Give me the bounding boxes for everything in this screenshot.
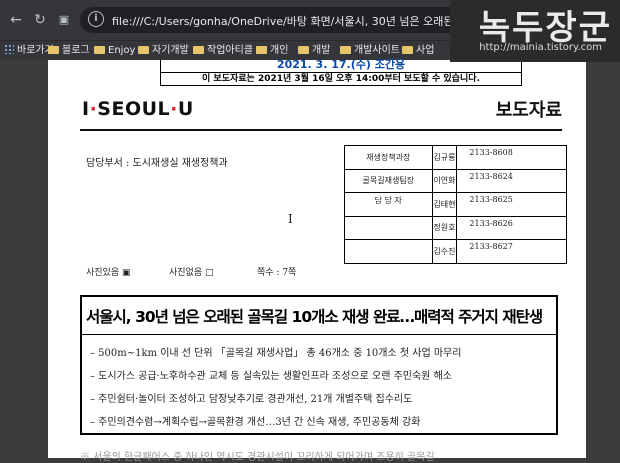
extension-icon[interactable]: ▣ xyxy=(54,10,74,30)
contact-phone: 2133-8627 xyxy=(456,239,567,264)
folder-icon xyxy=(138,46,149,54)
folder-icon xyxy=(48,46,59,54)
table-row: 골목길재생팀장 이연화 2133-8624 xyxy=(344,168,567,193)
contact-phone: 2133-8626 xyxy=(456,215,567,240)
logo-seoul: SEOUL xyxy=(97,98,171,120)
photo-yes: 사진있음 ▣ xyxy=(86,268,131,278)
summary-bullet: – 주민의견수렴→계획수립→골목환경 개선…3년 간 신속 재생, 주민공동체 … xyxy=(90,417,421,428)
summary-bullet: – 500m~1km 이내 선 단위 「골목길 재생사업」 총 46개소 중 1… xyxy=(90,348,462,359)
department: 담당부서 : 도시재생실 재생정책과 xyxy=(86,158,228,169)
table-row: 정원호 2133-8626 xyxy=(344,215,567,240)
press-release-title: 보도자료 xyxy=(495,100,562,121)
embargo-box: 2021. 3. 17.(수) 조간용 이 보도자료는 2021년 3월 16일… xyxy=(160,58,522,86)
summary-bullet: – 도시가스 공급·노후하수관 교체 등 실속있는 생활인프라 조성으로 오랜 … xyxy=(90,371,452,382)
bookmark-apps[interactable]: 바로가기 xyxy=(4,43,54,59)
table-row: 김수진 2133-8627 xyxy=(344,239,567,264)
contact-name: 정원호 xyxy=(431,215,457,240)
contact-role xyxy=(344,239,433,264)
headline-divider xyxy=(82,334,556,335)
document-page: 2021. 3. 17.(수) 조간용 이 보도자료는 2021년 3월 16일… xyxy=(48,58,586,463)
folder-icon xyxy=(340,46,351,54)
contact-role: 재생정책과장 xyxy=(344,145,433,170)
bookmark-label: 블로그 xyxy=(62,45,90,56)
photo-no: 사진없음 □ xyxy=(169,268,214,278)
body-text-partial: ※ 서울의 한글패어스 중 하나인 역시도 경관시설이 꼬리하게 되어가며 조용… xyxy=(80,452,435,463)
contact-phone: 2133-8625 xyxy=(456,192,567,217)
bookmark-folder-blog[interactable]: 블로그 xyxy=(48,43,90,59)
reload-icon[interactable]: ↻ xyxy=(30,10,50,30)
contact-phone: 2133-8624 xyxy=(456,168,567,193)
text-cursor-icon: I xyxy=(288,212,293,226)
contact-role: 담 당 자 xyxy=(344,192,433,217)
folder-icon xyxy=(402,46,413,54)
grid-icon xyxy=(4,44,14,54)
logo-u: U xyxy=(177,98,194,120)
contact-name: 김태현 xyxy=(431,192,457,217)
folder-icon xyxy=(256,46,267,54)
info-icon[interactable]: i xyxy=(88,11,104,27)
folder-icon xyxy=(193,46,204,54)
folder-icon xyxy=(298,46,309,54)
bookmark-label: 자기개발 xyxy=(152,45,189,56)
bookmark-label: 사업 xyxy=(416,45,435,56)
headline: 서울시, 30년 넘은 오래된 골목길 10개소 재생 완료…매력적 주거지 재… xyxy=(86,308,543,326)
contact-name: 이연화 xyxy=(431,168,457,193)
bookmark-label: 개인 xyxy=(270,45,289,56)
bookmark-folder-enjoy[interactable]: Enjoy xyxy=(94,43,135,59)
seoul-logo: I·SEOUL·U xyxy=(82,98,194,120)
contact-name: 김규룡 xyxy=(431,145,457,170)
bookmark-label: 개발 xyxy=(312,45,331,56)
embargo-notice: 이 보도자료는 2021년 3월 16일 오후 14:00부터 보도할 수 있습… xyxy=(161,72,521,85)
table-row: 재생정책과장 김규룡 2133-8608 xyxy=(344,145,567,170)
contact-role xyxy=(344,215,433,240)
watermark-url: http://mainia.tistory.com xyxy=(479,42,602,53)
contact-phone: 2133-8608 xyxy=(456,145,567,170)
logo-dot-icon: · xyxy=(170,98,178,120)
summary-box: 서울시, 30년 넘은 오래된 골목길 10개소 재생 완료…매력적 주거지 재… xyxy=(80,295,558,435)
contact-table: 재생정책과장 김규룡 2133-8608 골목길재생팀장 이연화 2133-8624 담… xyxy=(344,145,567,264)
summary-bullet: – 주민쉼터·놀이터 조성하고 담장낮추기로 경관개선, 21개 개별주택 집수… xyxy=(90,394,413,405)
table-row: 담 당 자 김태현 2133-8625 xyxy=(344,192,567,217)
bookmark-label: 작업아티클 xyxy=(207,45,253,56)
blog-watermark: 녹두장군 http://mainia.tistory.com xyxy=(450,0,620,62)
bookmark-label: 개발사이트 xyxy=(354,45,400,56)
logo-i: I xyxy=(82,98,90,120)
page-count: 쪽수 : 7쪽 xyxy=(257,268,297,278)
bookmark-label: Enjoy xyxy=(108,45,136,56)
header-rule xyxy=(80,129,562,131)
back-icon[interactable]: ← xyxy=(6,10,26,30)
contact-name: 김수진 xyxy=(431,239,457,264)
contact-role: 골목길재생팀장 xyxy=(344,168,433,193)
folder-icon xyxy=(94,46,105,54)
